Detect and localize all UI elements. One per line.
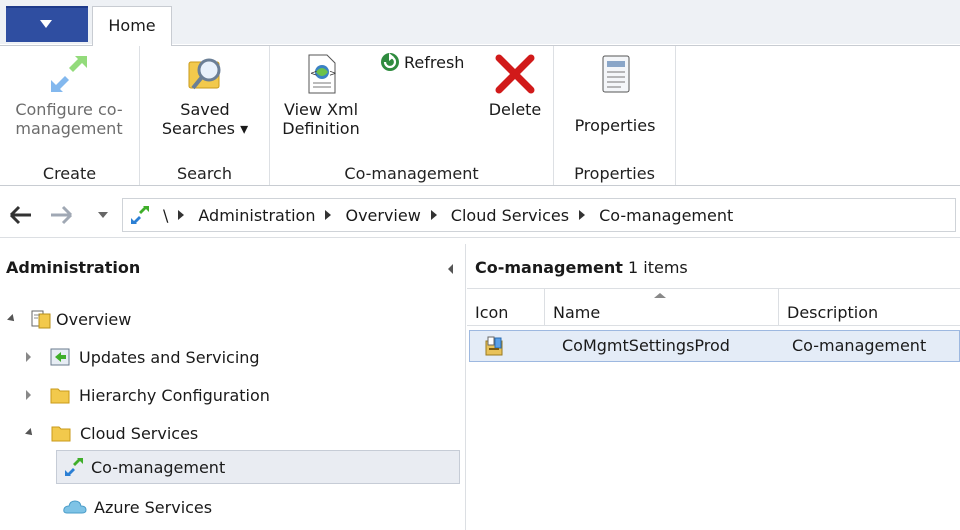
view-xml-definition-button[interactable]: < > View Xml Definition <box>278 52 364 138</box>
chevron-down-icon <box>40 20 52 28</box>
sort-ascending-icon <box>654 293 666 298</box>
tree-item-azure-services[interactable]: Azure Services <box>62 490 442 524</box>
tree-item-overview[interactable]: Overview <box>7 302 428 336</box>
back-button[interactable] <box>8 202 34 228</box>
grid-header: Icon Name Description <box>467 288 960 326</box>
tree-item-label: Cloud Services <box>80 423 199 443</box>
saved-searches-icon <box>183 52 227 96</box>
pane-title: Administration <box>6 258 141 277</box>
content-pane: Co-management 1 items Icon Name Descript… <box>467 244 960 530</box>
tree-item-hierarchy-configuration[interactable]: Hierarchy Configuration <box>26 378 446 412</box>
configure-comanagement-icon <box>47 52 91 96</box>
group-label-search: Search <box>177 164 232 183</box>
navigation-pane: Administration Overview Updates and Serv… <box>0 244 466 530</box>
expand-arrow-icon[interactable] <box>26 390 31 400</box>
delete-x-icon <box>493 52 537 96</box>
properties-button[interactable]: Properties <box>564 52 666 135</box>
ribbon-group-comanagement: < > View Xml Definition Refresh Delete C… <box>270 46 554 185</box>
forward-button[interactable] <box>48 202 74 228</box>
group-label-properties: Properties <box>574 164 655 183</box>
content-title: Co-management 1 items <box>475 258 688 277</box>
expand-arrow-icon[interactable] <box>25 428 35 438</box>
tab-home[interactable]: Home <box>92 6 172 46</box>
expand-arrow-icon[interactable] <box>26 352 31 362</box>
app-menu-button[interactable] <box>6 6 88 42</box>
cell-name: CoMgmtSettingsProd <box>562 336 730 355</box>
breadcrumb-comanagement[interactable]: Co-management <box>599 206 733 225</box>
delete-button[interactable]: Delete <box>480 52 550 119</box>
overview-icon <box>30 308 52 330</box>
tree-item-label: Co-management <box>91 457 226 477</box>
column-header-icon[interactable]: Icon <box>467 289 545 326</box>
breadcrumb-separator-icon[interactable] <box>325 210 332 220</box>
table-row[interactable]: CoMgmtSettingsProd Co-management <box>469 330 960 362</box>
comanagement-icon <box>63 456 85 478</box>
column-header-description[interactable]: Description <box>779 289 960 326</box>
cloud-icon <box>62 496 88 518</box>
updates-icon <box>49 346 71 368</box>
ribbon-group-search: Saved Searches ▾ Search <box>140 46 270 185</box>
cell-description: Co-management <box>792 336 927 355</box>
breadcrumb-separator-icon[interactable] <box>579 210 586 220</box>
arrow-right-icon <box>51 205 73 225</box>
properties-icon <box>593 52 637 96</box>
ribbon-tab-strip: Home <box>0 0 960 46</box>
refresh-icon <box>380 52 400 72</box>
breadcrumb-cloud-services[interactable]: Cloud Services <box>451 206 569 225</box>
breadcrumb-administration[interactable]: Administration <box>198 206 315 225</box>
folder-icon <box>49 384 71 406</box>
tree-item-label: Overview <box>56 309 132 329</box>
saved-searches-button[interactable]: Saved Searches ▾ <box>154 52 256 138</box>
refresh-button[interactable]: Refresh <box>380 52 476 72</box>
collapse-pane-icon[interactable] <box>448 264 453 274</box>
breadcrumb: \ Administration Overview Cloud Services… <box>122 198 956 232</box>
history-dropdown[interactable] <box>98 212 108 218</box>
breadcrumb-overview[interactable]: Overview <box>345 206 420 225</box>
comanagement-icon <box>129 204 151 226</box>
configure-comanagement-button[interactable]: Configure co- management <box>6 52 132 138</box>
tree-item-cloud-services[interactable]: Cloud Services <box>25 416 446 450</box>
tree-item-label: Azure Services <box>94 497 213 517</box>
tree-item-updates-and-servicing[interactable]: Updates and Servicing <box>26 340 446 374</box>
tree-item-label: Updates and Servicing <box>79 347 260 367</box>
svg-text:>: > <box>329 69 337 79</box>
group-label-comanagement: Co-management <box>344 164 479 183</box>
content-title-name: Co-management <box>475 258 623 277</box>
breadcrumb-root[interactable]: \ <box>163 206 168 225</box>
folder-icon <box>50 422 72 444</box>
arrow-left-icon <box>9 205 31 225</box>
ribbon-group-properties: Properties Properties <box>554 46 676 185</box>
ribbon: Configure co- management Create Saved Se… <box>0 45 960 186</box>
breadcrumb-separator-icon[interactable] <box>178 210 185 220</box>
xml-document-icon: < > <box>299 52 343 96</box>
settings-package-icon <box>484 335 506 357</box>
address-bar: \ Administration Overview Cloud Services… <box>0 192 960 238</box>
tree-item-comanagement[interactable]: Co-management <box>56 450 460 484</box>
ribbon-group-create: Configure co- management Create <box>0 46 140 185</box>
breadcrumb-separator-icon[interactable] <box>430 210 437 220</box>
svg-text:<: < <box>310 69 318 79</box>
tree-item-label: Hierarchy Configuration <box>79 385 270 405</box>
group-label-create: Create <box>42 164 97 183</box>
item-count: 1 items <box>628 258 688 277</box>
expand-arrow-icon[interactable] <box>7 314 17 324</box>
